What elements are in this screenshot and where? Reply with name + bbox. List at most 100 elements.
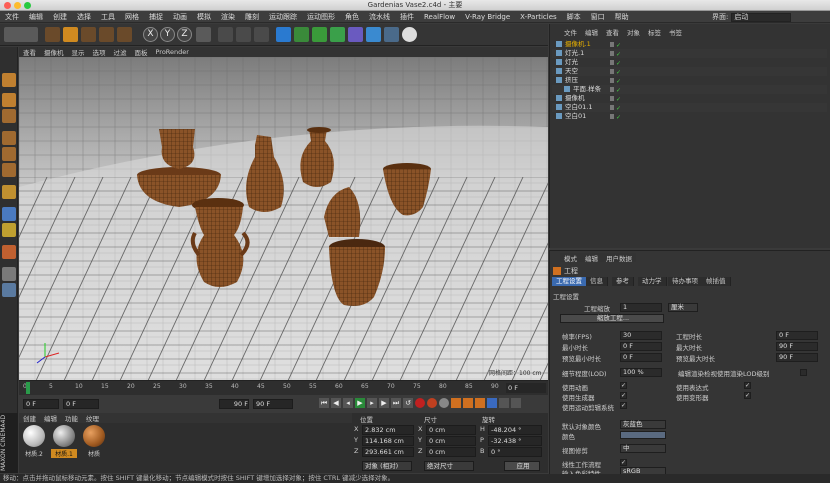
viewport-menu-item[interactable]: 选项 <box>89 47 110 57</box>
material-menu-item[interactable]: 编辑 <box>40 413 61 423</box>
option-checkbox[interactable]: ✓ <box>620 392 627 399</box>
attribute-menu-item[interactable]: 用户数据 <box>602 253 636 263</box>
object-row[interactable]: 摄像机.1 ✓ <box>552 40 827 49</box>
material-menu-item[interactable]: 功能 <box>61 413 82 423</box>
position-key-icon[interactable] <box>451 398 461 408</box>
object-row[interactable]: 空白01.1 ✓ <box>552 103 827 112</box>
menu-item[interactable]: 选择 <box>72 12 96 22</box>
play-forward-icon[interactable]: ▶ <box>355 398 365 408</box>
coordinate-mode-dropdown[interactable]: 对象 (相对) <box>362 461 412 471</box>
object-menu-item[interactable]: 对象 <box>623 27 644 37</box>
previous-frame-icon[interactable]: ◂ <box>343 398 353 408</box>
undo-redo-group[interactable] <box>4 27 38 42</box>
floor-icon[interactable] <box>366 27 381 42</box>
menu-item[interactable]: 创建 <box>48 12 72 22</box>
object-menu-item[interactable]: 标签 <box>644 27 665 37</box>
point-level-key-icon[interactable] <box>499 398 509 408</box>
default-color-dropdown[interactable]: 灰蓝色 <box>620 420 666 429</box>
object-menu-item[interactable]: 书签 <box>665 27 686 37</box>
polygons-mode-icon[interactable] <box>2 163 16 177</box>
viewport-menu-item[interactable]: ProRender <box>152 48 193 56</box>
timeline-menu-icon[interactable] <box>511 398 521 408</box>
option-checkbox[interactable]: ✓ <box>620 402 627 409</box>
option-checkbox[interactable]: ✓ <box>744 382 751 389</box>
project-scale-field[interactable]: 1 <box>620 303 662 312</box>
object-menu-item[interactable]: 编辑 <box>581 27 602 37</box>
object-row[interactable]: 平面.样条 ✓ <box>552 85 827 94</box>
visibility-dots-icon[interactable] <box>610 60 614 65</box>
points-mode-icon[interactable] <box>2 131 16 145</box>
menu-item[interactable]: 运动跟踪 <box>264 12 302 22</box>
size-mode-dropdown[interactable]: 绝对尺寸 <box>424 461 474 471</box>
menu-item[interactable]: RealFlow <box>419 13 460 21</box>
deformer-icon[interactable] <box>348 27 363 42</box>
render-view-icon[interactable] <box>218 27 233 42</box>
visibility-dots-icon[interactable] <box>610 42 614 47</box>
x-axis-lock-button[interactable]: X <box>143 27 158 42</box>
color-swatch[interactable] <box>620 431 666 439</box>
next-key-icon[interactable]: ▶ <box>379 398 389 408</box>
subdivision-icon[interactable] <box>312 27 327 42</box>
object-menu-item[interactable]: 文件 <box>560 27 581 37</box>
attribute-field[interactable]: 90 F <box>776 353 818 362</box>
texture-mode-icon[interactable] <box>2 93 16 107</box>
attribute-field[interactable]: 0 F <box>620 353 662 362</box>
cube-icon[interactable] <box>276 27 291 42</box>
loop-icon[interactable]: ↺ <box>403 398 413 408</box>
attribute-field[interactable]: 0 F <box>620 342 662 351</box>
layout-dropdown[interactable]: 启动 <box>731 12 792 22</box>
menu-item[interactable]: 模拟 <box>192 12 216 22</box>
object-row[interactable]: 灯光 ✓ <box>552 58 827 67</box>
option-checkbox[interactable]: ✓ <box>744 392 751 399</box>
visibility-dots-icon[interactable] <box>610 87 614 92</box>
material-swatch[interactable]: 材质 <box>81 425 107 458</box>
attribute-tab[interactable]: 信息 <box>586 277 608 286</box>
perspective-viewport[interactable]: 网格间距：100 cm <box>19 57 548 380</box>
object-row[interactable]: 摄像机 ✓ <box>552 94 827 103</box>
menu-item[interactable]: 脚本 <box>562 12 586 22</box>
position-field[interactable]: 293.661 cm <box>362 447 414 457</box>
attribute-field[interactable]: 90 F <box>776 342 818 351</box>
rotation-field[interactable]: -32.438 ° <box>488 436 542 446</box>
tweak-mode-icon[interactable] <box>2 207 16 221</box>
workplane-icon[interactable] <box>2 267 16 281</box>
preview-end-field[interactable]: 90 F <box>219 399 249 409</box>
playhead[interactable] <box>26 382 30 394</box>
option-checkbox[interactable]: ✓ <box>620 382 627 389</box>
last-tool-icon[interactable] <box>117 27 132 42</box>
enable-check-icon[interactable]: ✓ <box>616 113 621 122</box>
scale-tool-icon[interactable] <box>81 27 96 42</box>
menu-item[interactable]: 帮助 <box>610 12 634 22</box>
attribute-tab[interactable]: 工程设置 <box>552 277 587 286</box>
make-editable-icon[interactable] <box>2 73 16 87</box>
object-row[interactable]: 天空 ✓ <box>552 67 827 76</box>
menu-item[interactable]: 动画 <box>168 12 192 22</box>
light-icon[interactable] <box>402 27 417 42</box>
menu-item[interactable]: 流水线 <box>364 12 395 22</box>
attribute-tab[interactable]: 动力学 <box>638 277 667 286</box>
menu-item[interactable]: 编辑 <box>24 12 48 22</box>
minimize-window-button[interactable] <box>14 2 21 9</box>
camera-icon[interactable] <box>384 27 399 42</box>
menu-item[interactable]: V-Ray Bridge <box>460 13 515 21</box>
viewport-menu-item[interactable]: 显示 <box>68 47 89 57</box>
visibility-dots-icon[interactable] <box>610 78 614 83</box>
snap-icon[interactable] <box>2 223 16 237</box>
size-field[interactable]: 0 cm <box>426 425 476 435</box>
end-frame-field[interactable]: 90 F <box>253 399 293 409</box>
object-menu-item[interactable]: 查看 <box>602 27 623 37</box>
material-swatch[interactable]: 材质.2 <box>21 425 47 458</box>
rotation-key-icon[interactable] <box>475 398 485 408</box>
scale-project-button[interactable]: 缩放工程... <box>560 314 664 323</box>
material-menu-item[interactable]: 创建 <box>19 413 40 423</box>
coordinate-system-icon[interactable] <box>196 27 211 42</box>
size-field[interactable]: 0 cm <box>426 447 476 457</box>
viewport-menu-item[interactable]: 查看 <box>19 47 40 57</box>
z-axis-lock-button[interactable]: Z <box>177 27 192 42</box>
visibility-dots-icon[interactable] <box>610 114 614 119</box>
rotation-field[interactable]: -48.204 ° <box>488 425 542 435</box>
attribute-tab[interactable]: 帧插值 <box>702 277 731 286</box>
object-row[interactable]: 挤压 ✓ <box>552 76 827 85</box>
menu-item[interactable]: X-Particles <box>515 13 561 21</box>
project-scale-unit-dropdown[interactable]: 厘米 <box>668 303 698 312</box>
